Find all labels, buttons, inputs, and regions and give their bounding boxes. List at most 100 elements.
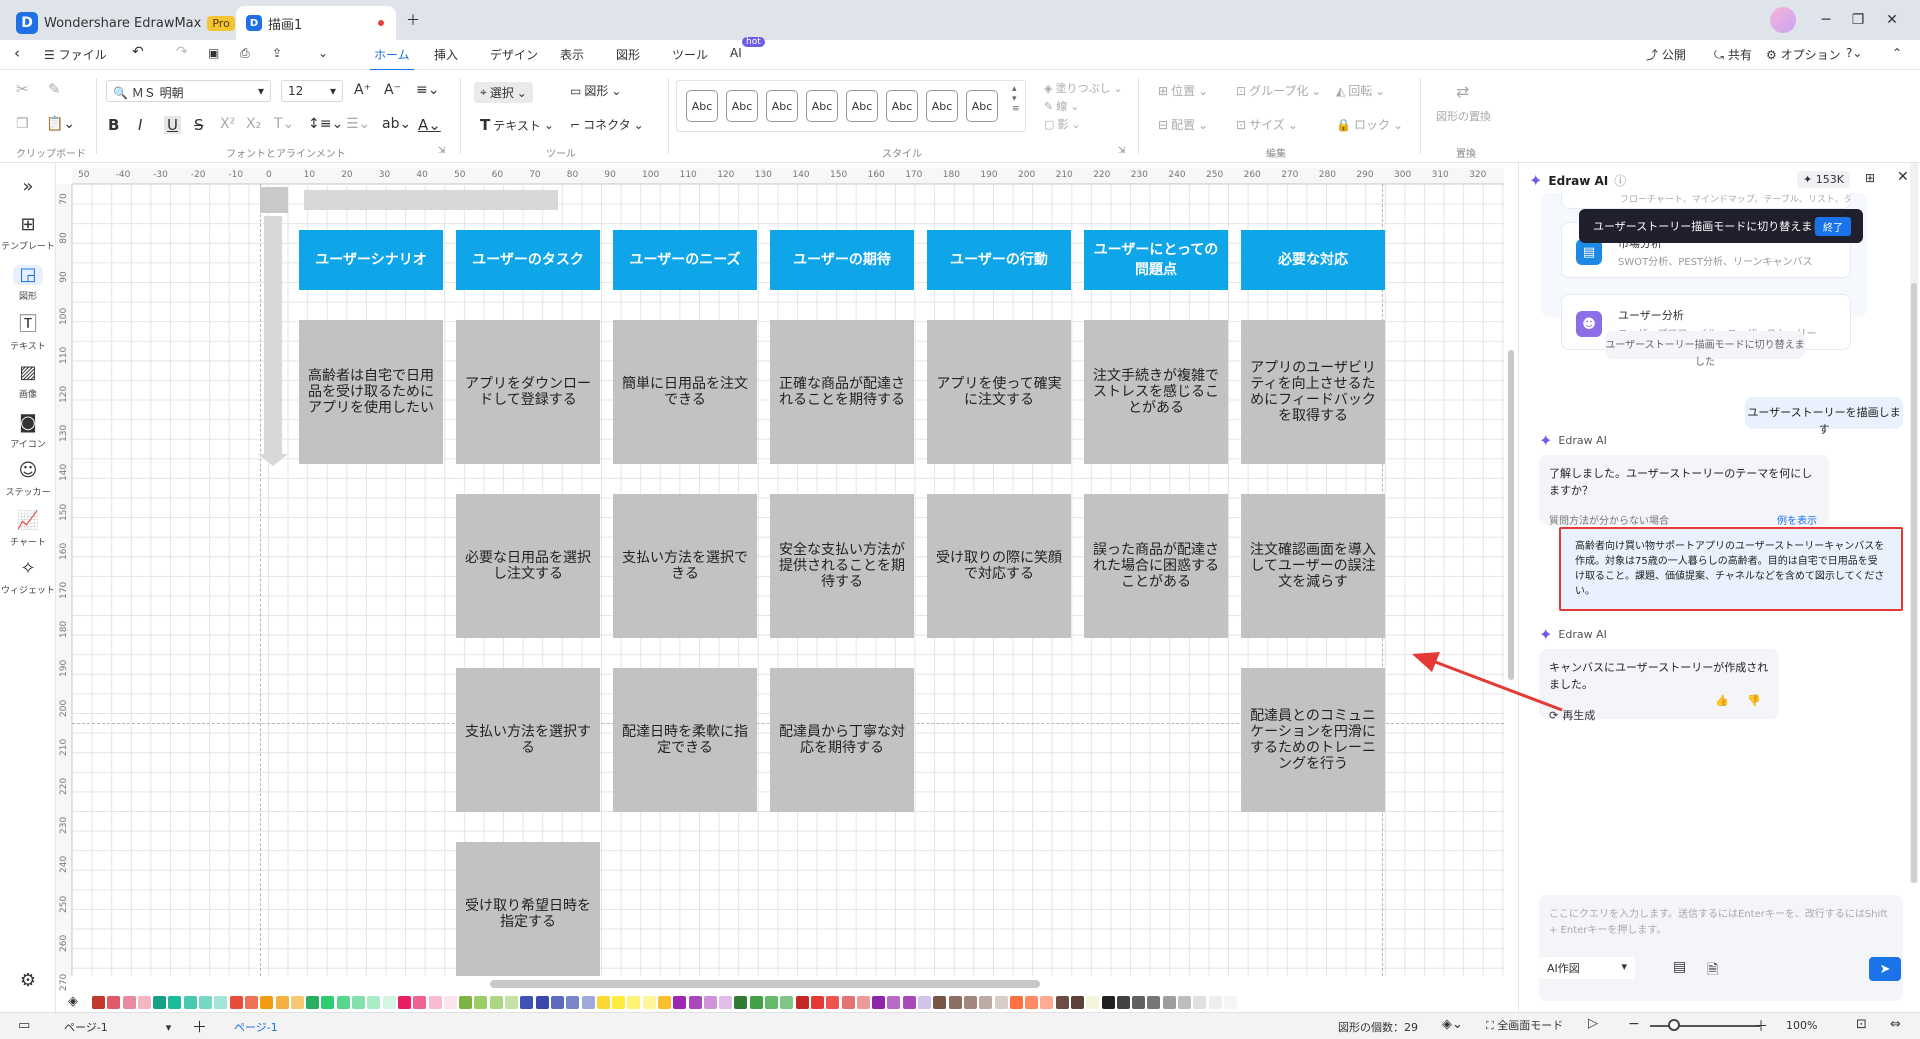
avatar[interactable] bbox=[1770, 7, 1796, 33]
mode-select[interactable]: AI作図 ▾ bbox=[1539, 957, 1635, 979]
color-swatch[interactable] bbox=[382, 995, 396, 1009]
options-button[interactable]: ⚙ オプション bbox=[1766, 46, 1841, 63]
color-swatch[interactable] bbox=[581, 995, 595, 1009]
color-swatch[interactable] bbox=[963, 995, 977, 1009]
new-tab-button[interactable]: ＋ bbox=[401, 8, 425, 32]
rotate-button[interactable]: ◭ 回転 ⌄ bbox=[1336, 82, 1385, 99]
story-card[interactable]: 配達日時を柔軟に指定できる bbox=[613, 668, 757, 812]
sidebar-item-icons[interactable]: ◙ アイコン bbox=[0, 413, 56, 451]
color-swatch[interactable] bbox=[1223, 995, 1237, 1009]
chat-scrollbar[interactable] bbox=[1911, 283, 1917, 883]
color-swatch[interactable] bbox=[887, 995, 901, 1009]
page-select[interactable]: ページ-1 ▾ bbox=[64, 1019, 171, 1035]
color-swatch[interactable] bbox=[428, 995, 442, 1009]
text-tool[interactable]: T テキスト ⌄ bbox=[480, 116, 554, 134]
color-swatch[interactable] bbox=[336, 995, 350, 1009]
color-swatch[interactable] bbox=[367, 995, 381, 1009]
print-icon[interactable]: ⎙ bbox=[240, 46, 250, 61]
sidebar-item-stickers[interactable]: ☺ ステッカー bbox=[0, 461, 56, 499]
document-tab[interactable]: D 描画1 bbox=[236, 6, 396, 40]
size-button[interactable]: ⊡ サイズ ⌄ bbox=[1236, 116, 1298, 133]
lock-button[interactable]: 🔒 ロック ⌄ bbox=[1336, 116, 1403, 133]
style-preset-6[interactable]: Abc bbox=[886, 90, 918, 122]
chat-input[interactable]: ここにクエリを入力します。送信するにはEnterキーを、改行するにはShift … bbox=[1549, 907, 1893, 939]
replace-shape-button[interactable]: 図形の置換 bbox=[1436, 108, 1491, 124]
tab-ai[interactable]: AI bbox=[730, 46, 742, 60]
tab-home[interactable]: ホーム bbox=[370, 46, 414, 71]
column-header[interactable]: ユーザーのタスク bbox=[456, 230, 600, 290]
export-icon[interactable]: ⇪ bbox=[272, 46, 282, 60]
column-header[interactable]: ユーザーにとっての問題点 bbox=[1084, 230, 1228, 290]
color-swatch[interactable] bbox=[107, 995, 121, 1009]
suggestion-card-cutoff[interactable]: フローチャート、マインドマップ、テーブル、リスト、タイム bbox=[1561, 193, 1851, 209]
story-card[interactable]: アプリを使って確実に注文する bbox=[927, 320, 1071, 464]
color-swatch[interactable] bbox=[153, 995, 167, 1009]
expand-sidebar-button[interactable]: » bbox=[0, 177, 56, 201]
color-swatch[interactable] bbox=[810, 995, 824, 1009]
color-swatch[interactable] bbox=[856, 995, 870, 1009]
color-swatch[interactable] bbox=[979, 995, 993, 1009]
align-icon[interactable]: ≡⌄ bbox=[416, 82, 439, 98]
story-card[interactable]: 誤った商品が配達された場合に困惑することがある bbox=[1084, 494, 1228, 638]
file-upload-icon[interactable]: 🗎 bbox=[1707, 959, 1718, 983]
page-list-icon[interactable]: ▭ bbox=[18, 1018, 30, 1033]
tab-view[interactable]: 表示 bbox=[560, 46, 584, 63]
sidebar-item-text[interactable]: 🅃 テキスト bbox=[0, 315, 56, 353]
color-swatch[interactable] bbox=[1009, 995, 1023, 1009]
color-swatch[interactable] bbox=[1071, 995, 1084, 1009]
color-swatch[interactable] bbox=[505, 995, 519, 1009]
color-swatch[interactable] bbox=[275, 995, 289, 1009]
subscript-icon[interactable]: X₂ bbox=[246, 116, 261, 132]
color-swatch[interactable] bbox=[795, 995, 809, 1009]
color-swatch[interactable] bbox=[260, 995, 274, 1009]
close-icon[interactable]: ✕ bbox=[1880, 8, 1904, 32]
column-header[interactable]: ユーザーの行動 bbox=[927, 230, 1071, 290]
color-swatch[interactable] bbox=[902, 995, 916, 1009]
settings-button[interactable]: ⚙ bbox=[0, 971, 56, 995]
color-swatch[interactable] bbox=[397, 995, 411, 1009]
fill-button[interactable]: ◈ 塗りつぶし ⌄ bbox=[1044, 80, 1123, 96]
column-header[interactable]: ユーザーシナリオ bbox=[299, 230, 443, 290]
column-header[interactable]: ユーザーの期待 bbox=[770, 230, 914, 290]
color-swatch[interactable] bbox=[765, 995, 779, 1009]
zoom-slider[interactable] bbox=[1650, 1025, 1760, 1027]
tab-tools[interactable]: ツール bbox=[672, 46, 708, 63]
color-swatch[interactable] bbox=[92, 995, 105, 1009]
story-card[interactable]: 簡単に日用品を注文できる bbox=[613, 320, 757, 464]
select-tool[interactable]: ⌖ 選択 ⌄ bbox=[474, 82, 533, 103]
color-swatch[interactable] bbox=[168, 995, 182, 1009]
style-preset-5[interactable]: Abc bbox=[846, 90, 878, 122]
thumbs-up-icon[interactable]: 👍 bbox=[1715, 692, 1729, 709]
share-button[interactable]: ⤿ 共有 bbox=[1714, 46, 1752, 63]
color-swatch[interactable] bbox=[535, 995, 549, 1009]
minimize-icon[interactable]: ─ bbox=[1814, 8, 1838, 32]
prompt-library-icon[interactable]: ▤ bbox=[1673, 959, 1686, 975]
color-swatch[interactable] bbox=[1086, 995, 1100, 1009]
replace-shape-icon[interactable]: ⇄ bbox=[1456, 82, 1469, 101]
sidebar-item-charts[interactable]: 📈 チャート bbox=[0, 511, 56, 549]
color-swatch[interactable] bbox=[596, 995, 610, 1009]
line-spacing-icon[interactable]: ↕≡⌄ bbox=[308, 116, 343, 132]
collapse-ribbon-icon[interactable]: ⌃ bbox=[1892, 46, 1902, 60]
style-preset-4[interactable]: Abc bbox=[806, 90, 838, 122]
superscript-icon[interactable]: X² bbox=[220, 116, 235, 132]
zoom-in-icon[interactable]: ＋ bbox=[1754, 1016, 1768, 1036]
gallery-scroll-icon[interactable]: ▴ ▾ ≡ bbox=[1012, 84, 1020, 114]
color-swatch[interactable] bbox=[948, 995, 962, 1009]
exit-mode-button[interactable]: 終了 bbox=[1815, 216, 1851, 236]
drawing-canvas[interactable]: ユーザーシナリオ ユーザーのタスク ユーザーのニーズ ユーザーの期待 ユーザーの行動 ユー… bbox=[72, 184, 1504, 976]
credits-badge[interactable]: ✦ 153K bbox=[1797, 171, 1850, 188]
color-swatch[interactable] bbox=[1101, 995, 1115, 1009]
story-card[interactable]: 受け取りの際に笑顔で対応する bbox=[927, 494, 1071, 638]
color-swatch[interactable] bbox=[1162, 995, 1176, 1009]
zoom-out-icon[interactable]: − bbox=[1628, 1016, 1640, 1032]
paste-icon[interactable]: 📋⌄ bbox=[46, 116, 75, 132]
bold-icon[interactable]: B bbox=[108, 116, 119, 134]
style-preset-3[interactable]: Abc bbox=[766, 90, 798, 122]
story-card[interactable]: 必要な日用品を選択し注文する bbox=[456, 494, 600, 638]
help-icon[interactable]: ⓘ bbox=[1614, 172, 1626, 189]
send-button[interactable]: ➤ bbox=[1869, 957, 1901, 981]
thumbs-down-icon[interactable]: 👎 bbox=[1747, 692, 1761, 709]
story-card[interactable]: 注文確認画面を導入してユーザーの誤注文を減らす bbox=[1241, 494, 1385, 638]
help-icon[interactable]: ?⌄ bbox=[1846, 46, 1862, 60]
